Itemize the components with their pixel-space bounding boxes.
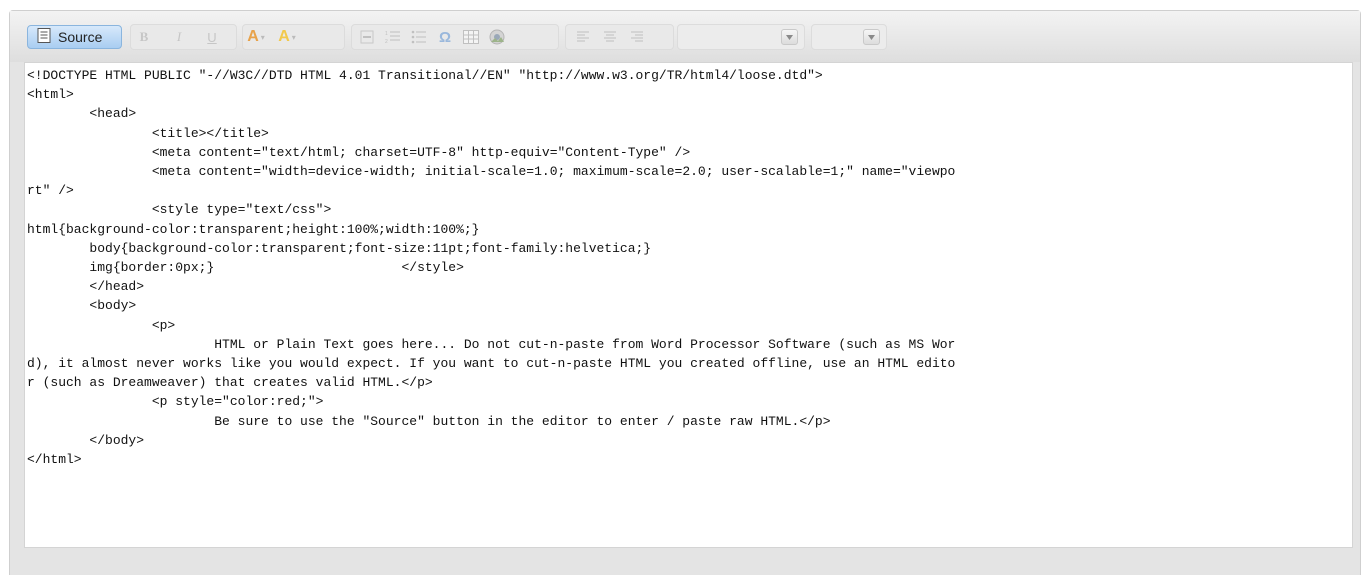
align-center-button[interactable] (601, 27, 619, 47)
svg-text:2: 2 (385, 39, 388, 44)
align-right-button[interactable] (628, 27, 646, 47)
background-color-icon: A (278, 28, 290, 45)
special-char-button[interactable]: Ω (436, 27, 454, 47)
underline-icon: U (207, 29, 217, 45)
horizontal-rule-icon (360, 30, 374, 44)
size-combo[interactable] (811, 24, 887, 50)
format-combo[interactable] (677, 24, 805, 50)
bulleted-list-icon (411, 30, 426, 44)
numbered-list-icon: 12 (385, 31, 400, 44)
colors-group: A ▾ A ▾ (242, 24, 345, 50)
size-combo-arrow[interactable] (863, 29, 880, 45)
source-icon (37, 28, 51, 46)
align-center-icon (604, 31, 616, 42)
table-icon (463, 30, 479, 44)
numbered-list-button[interactable]: 12 (384, 27, 402, 47)
italic-button[interactable]: I (170, 27, 188, 47)
align-left-icon (577, 31, 589, 42)
insert-group: 12 Ω (351, 24, 559, 50)
bold-icon: B (139, 29, 149, 44)
italic-icon: I (176, 29, 182, 44)
editor-toolbar: Source B I U A ▾ A ▾ 1 2 Ω (10, 11, 1360, 62)
background-color-button[interactable]: A ▾ (278, 27, 296, 47)
underline-button[interactable]: U (203, 27, 221, 47)
horizontal-rule-button[interactable] (358, 27, 376, 47)
bulleted-list-button[interactable] (410, 27, 428, 47)
text-color-icon: A (247, 28, 259, 45)
align-left-button[interactable] (574, 27, 592, 47)
source-code-textarea[interactable]: <!DOCTYPE HTML PUBLIC "-//W3C//DTD HTML … (24, 62, 1353, 548)
image-icon (489, 29, 505, 45)
chevron-down-icon (786, 34, 793, 40)
format-combo-arrow[interactable] (781, 29, 798, 45)
align-right-icon (631, 31, 643, 42)
special-char-icon: Ω (438, 28, 452, 46)
svg-text:1: 1 (385, 31, 388, 37)
chevron-down-icon: ▾ (260, 32, 265, 42)
chevron-down-icon (868, 34, 875, 40)
table-button[interactable] (462, 27, 480, 47)
chevron-down-icon: ▾ (291, 32, 296, 42)
source-button-label: Source (58, 29, 103, 45)
text-color-button[interactable]: A ▾ (247, 27, 265, 47)
alignment-group (565, 24, 674, 50)
source-button[interactable]: Source (27, 25, 122, 49)
basic-styles-group: B I U (130, 24, 237, 50)
rich-text-editor: Source B I U A ▾ A ▾ 1 2 Ω <!DOCTYPE HTM… (9, 10, 1361, 575)
bold-button[interactable]: B (135, 27, 153, 47)
image-button[interactable] (488, 27, 506, 47)
